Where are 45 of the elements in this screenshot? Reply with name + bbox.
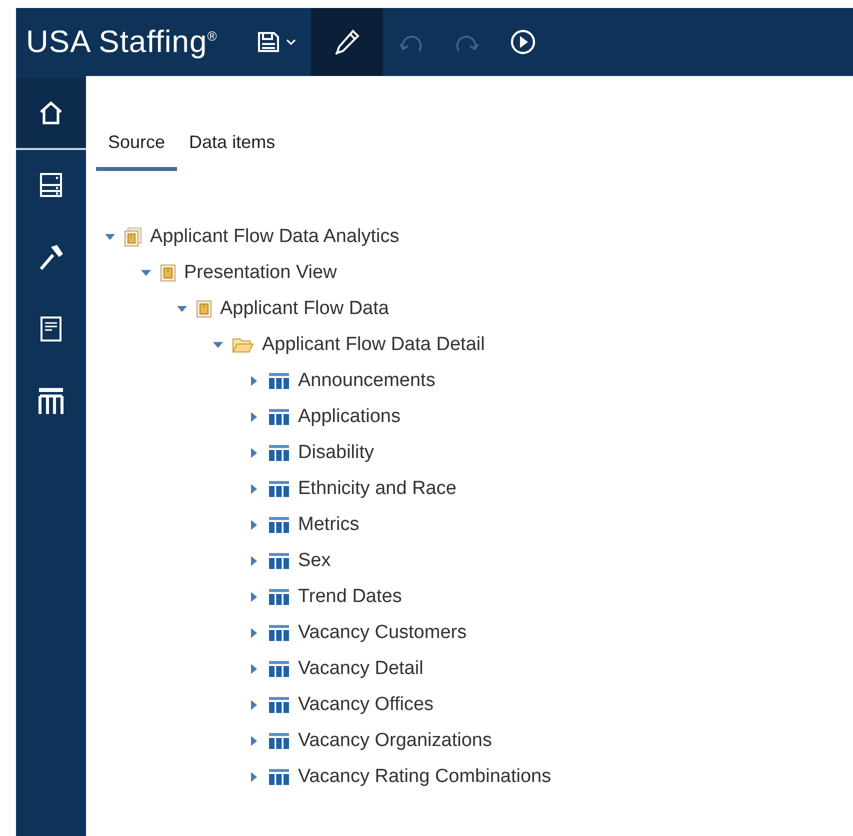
tree-item-label[interactable]: Metrics bbox=[298, 514, 360, 536]
table-icon bbox=[268, 732, 290, 750]
folder-icon bbox=[232, 336, 254, 354]
table-icon bbox=[268, 660, 290, 678]
hammer-icon bbox=[38, 243, 64, 271]
tree-item-label[interactable]: Applicant Flow Data Detail bbox=[262, 334, 485, 356]
tree-item-label[interactable]: Applicant Flow Data Analytics bbox=[150, 226, 400, 248]
app-logo: USA Staffing$^{®}$ bbox=[25, 24, 218, 60]
home-nav-button[interactable] bbox=[16, 78, 86, 150]
edit-button[interactable] bbox=[311, 8, 384, 76]
package-icon bbox=[160, 263, 176, 283]
table-icon bbox=[268, 696, 290, 714]
table-icon bbox=[268, 588, 290, 606]
tree-item-label[interactable]: Vacancy Organizations bbox=[298, 730, 492, 752]
table-icon bbox=[38, 387, 64, 415]
tree-item-label[interactable]: Applications bbox=[298, 406, 400, 428]
pencil-icon bbox=[333, 28, 362, 56]
tab[interactable]: Source bbox=[96, 124, 178, 171]
table-icon bbox=[268, 408, 290, 426]
tab[interactable]: Data items bbox=[177, 124, 288, 171]
save-icon bbox=[257, 31, 298, 53]
table-icon bbox=[268, 624, 290, 642]
table-icon bbox=[268, 768, 290, 786]
tree-item-label[interactable]: Vacancy Detail bbox=[298, 658, 424, 680]
table-icon bbox=[268, 444, 290, 462]
table-icon bbox=[268, 516, 290, 534]
tree-item-label[interactable]: Ethnicity and Race bbox=[298, 478, 456, 500]
home-icon bbox=[38, 100, 64, 126]
table-icon bbox=[268, 480, 290, 498]
tree-item-label[interactable]: Presentation View bbox=[184, 262, 337, 284]
document-icon bbox=[40, 316, 62, 342]
tree-item-label[interactable]: Announcements bbox=[298, 370, 436, 392]
tree-item-label[interactable]: Trend Dates bbox=[298, 586, 402, 608]
tree-item-label[interactable]: Sex bbox=[298, 550, 331, 572]
tree-item-label[interactable]: Applicant Flow Data bbox=[220, 298, 389, 320]
package-icon bbox=[196, 299, 212, 319]
tree-item-label[interactable]: Disability bbox=[298, 442, 374, 464]
package-icon bbox=[124, 227, 142, 247]
table-icon bbox=[268, 552, 290, 570]
play-icon bbox=[509, 28, 538, 56]
server-icon bbox=[39, 172, 63, 198]
tree-item-label[interactable]: Vacancy Rating Combinations bbox=[298, 766, 552, 788]
tree-item-label[interactable]: Vacancy Offices bbox=[298, 694, 434, 716]
tree-item-label[interactable]: Vacancy Customers bbox=[298, 622, 467, 644]
table-icon bbox=[268, 372, 290, 390]
